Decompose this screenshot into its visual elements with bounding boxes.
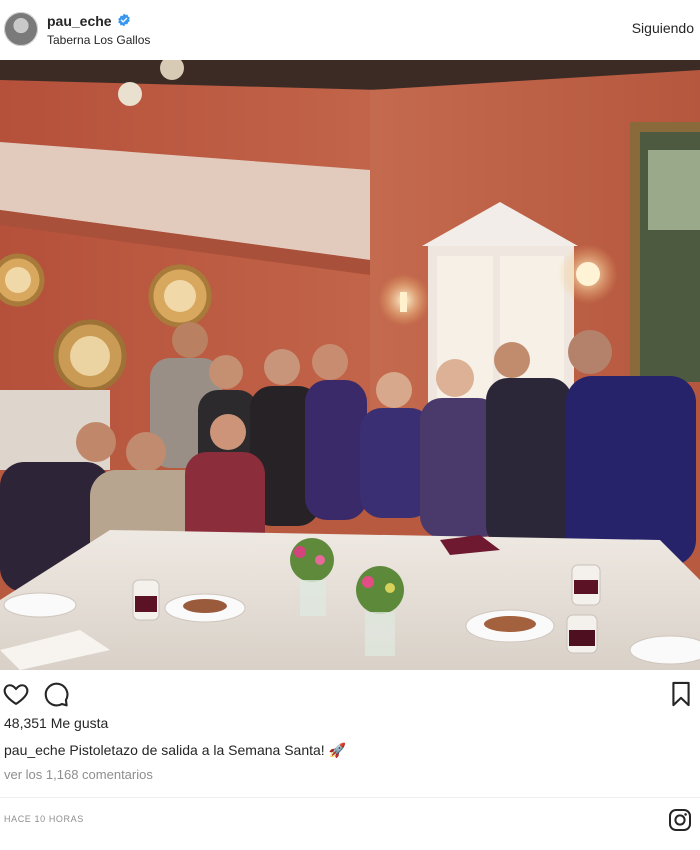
heart-icon[interactable] [2,680,30,708]
comment-bubble-icon[interactable] [42,680,70,708]
location-link[interactable]: Taberna Los Gallos [47,33,150,47]
following-button[interactable]: Siguiendo [632,20,694,36]
divider [0,797,700,798]
caption-text: Pistoletazo de salida a la Semana Santa!… [69,742,347,758]
caption: pau_eche Pistoletazo de salida a la Sema… [4,742,346,759]
post-header: pau_eche Taberna Los Gallos Siguiendo [0,0,700,60]
bookmark-icon[interactable] [667,680,695,708]
group-photo-image [0,60,700,670]
caption-username[interactable]: pau_eche [4,742,66,758]
username[interactable]: pau_eche [47,13,112,29]
post-photo[interactable] [0,60,700,670]
instagram-icon[interactable] [668,808,692,832]
verified-badge-icon [118,13,130,27]
post-actions: 48,351 Me gusta pau_eche Pistoletazo de … [0,670,700,800]
view-comments-link[interactable]: ver los 1,168 comentarios [4,767,153,782]
avatar[interactable] [4,12,38,46]
likes-count[interactable]: 48,351 Me gusta [4,715,108,731]
post-timestamp: HACE 10 HORAS [4,814,84,824]
